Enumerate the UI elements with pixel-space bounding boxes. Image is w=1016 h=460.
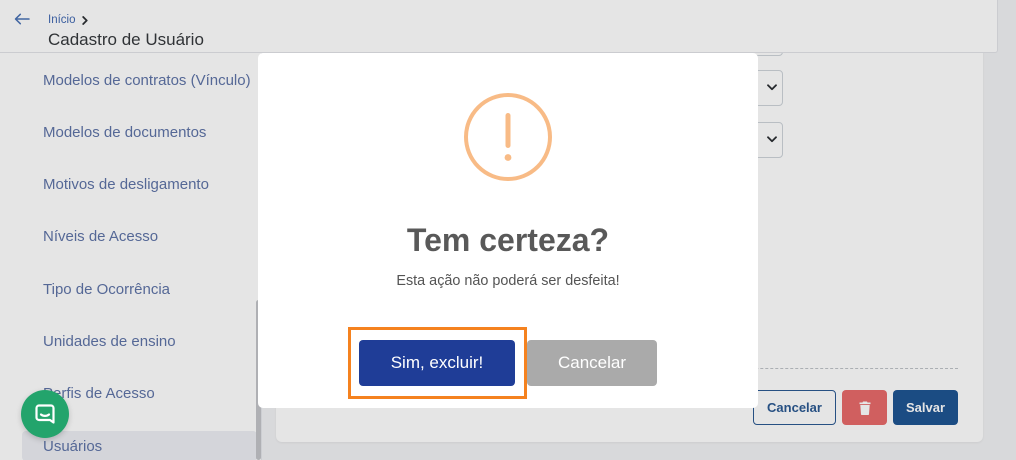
dialog-cancel-button[interactable]: Cancelar [527,340,657,386]
confirm-delete-button[interactable]: Sim, excluir! [359,340,515,386]
dialog-message: Esta ação não poderá ser desfeita! [396,273,620,289]
warning-icon [464,93,552,181]
chat-icon [35,404,55,424]
chat-launcher-button[interactable] [21,390,69,438]
dialog-title: Tem certeza? [406,222,610,258]
app-page: Início Cadastro de Usuário Modelos de co… [0,0,1016,460]
confirm-delete-dialog: Tem certeza? Esta ação não poderá ser de… [258,53,758,408]
